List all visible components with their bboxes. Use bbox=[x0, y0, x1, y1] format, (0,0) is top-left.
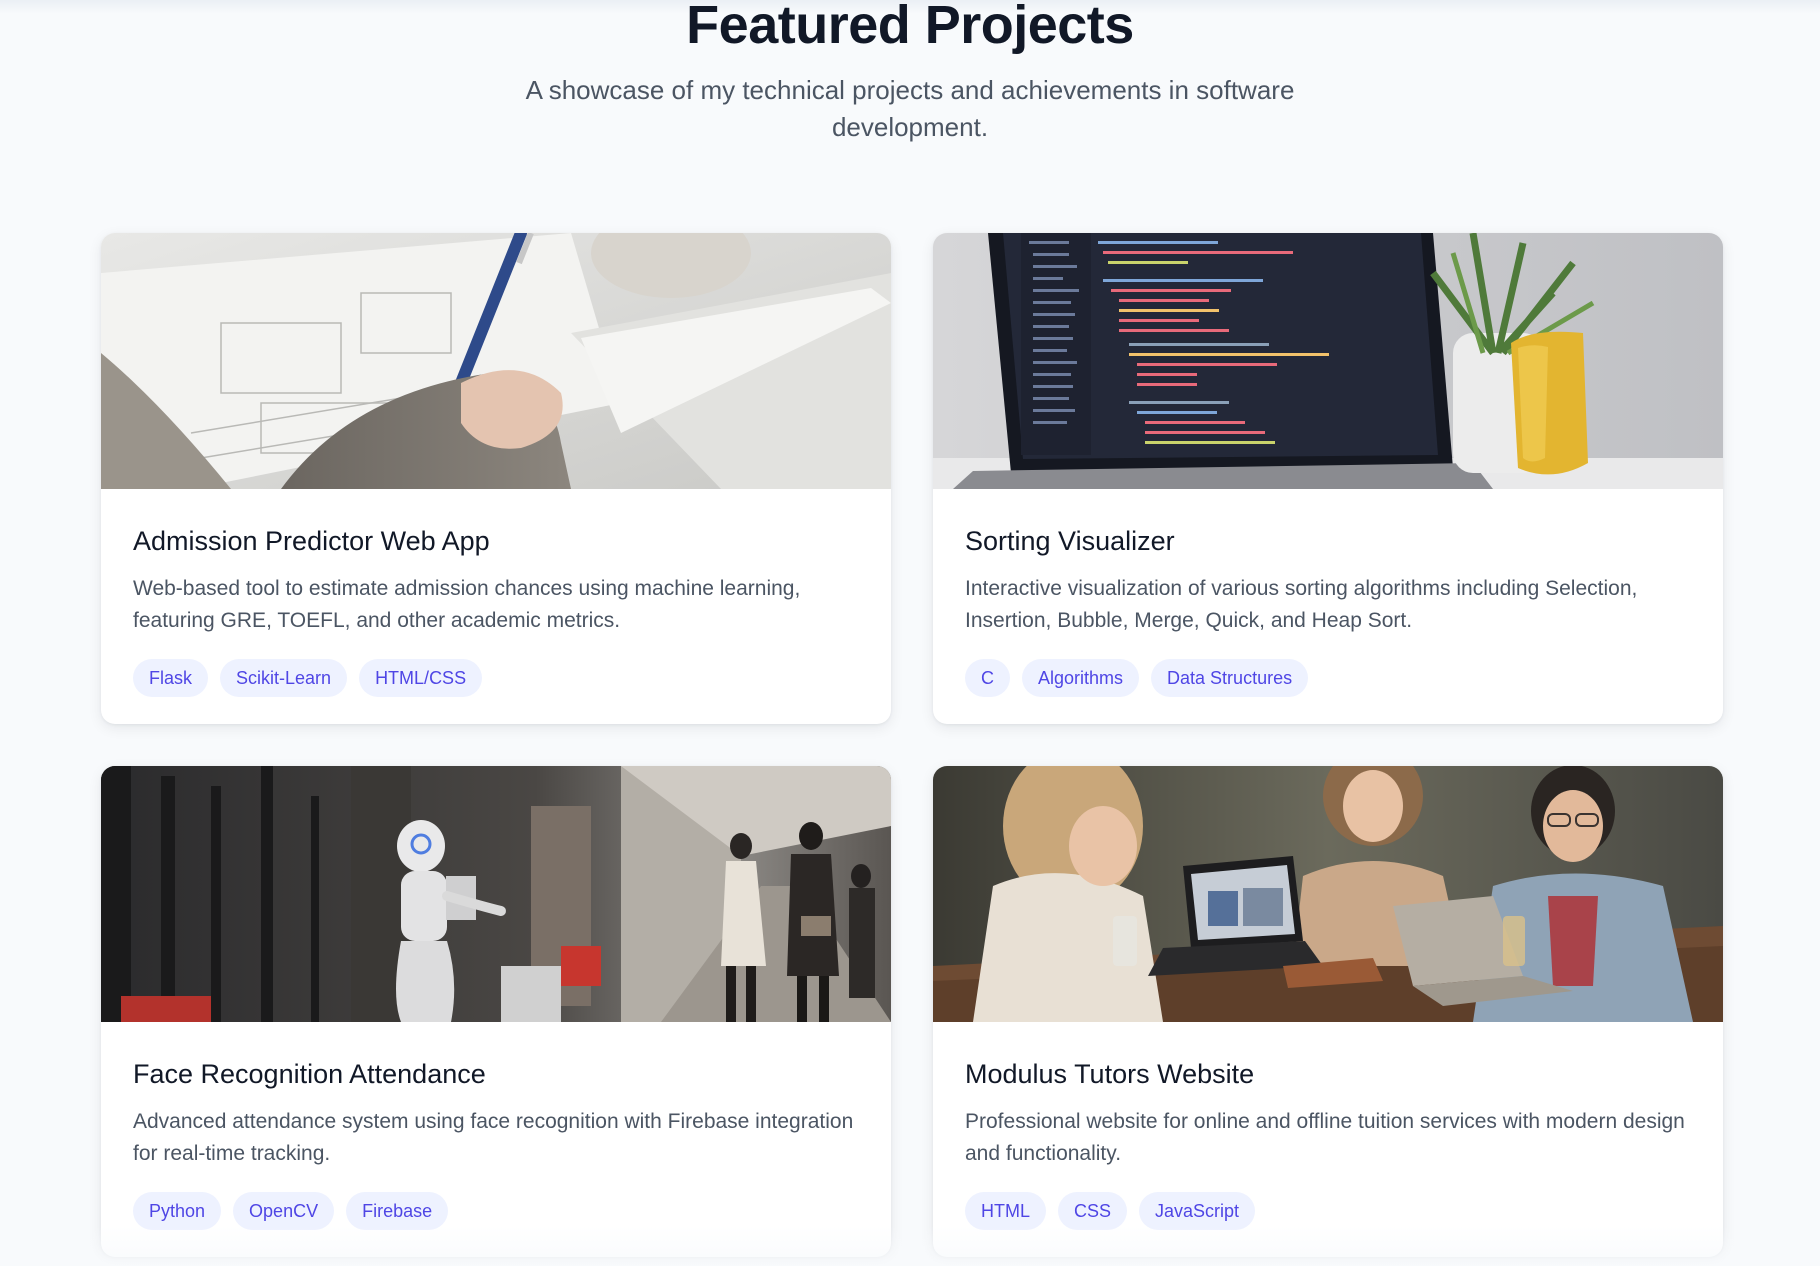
project-description: Web-based tool to estimate admission cha… bbox=[133, 577, 801, 632]
project-description: Interactive visualization of various sor… bbox=[965, 577, 1638, 632]
project-image-robot bbox=[101, 766, 891, 1022]
tag-algorithms: Algorithms bbox=[1022, 659, 1140, 697]
project-title[interactable]: Face Recognition Attendance bbox=[133, 1056, 859, 1092]
tag-list: Flask Scikit-Learn HTML/CSS bbox=[133, 659, 859, 697]
project-title[interactable]: Sorting Visualizer bbox=[965, 523, 1691, 559]
section-subtitle: A showcase of my technical projects and … bbox=[525, 75, 1295, 142]
project-card-admission-predictor[interactable]: Admission Predictor Web App Web-based to… bbox=[101, 233, 891, 724]
tag-c: C bbox=[965, 659, 1010, 697]
project-description: Professional website for online and offl… bbox=[965, 1110, 1685, 1165]
tag-scikit-learn: Scikit-Learn bbox=[220, 659, 348, 697]
tag-firebase: Firebase bbox=[346, 1192, 449, 1230]
project-image-writing bbox=[101, 233, 891, 489]
tag-list: C Algorithms Data Structures bbox=[965, 659, 1691, 697]
tag-flask: Flask bbox=[133, 659, 209, 697]
projects-section: Featured Projects A showcase of my techn… bbox=[0, 0, 1820, 1266]
tag-python: Python bbox=[133, 1192, 222, 1230]
tag-data-structures: Data Structures bbox=[1151, 659, 1309, 697]
projects-grid: Admission Predictor Web App Web-based to… bbox=[101, 233, 1723, 1257]
project-card-modulus-tutors[interactable]: Modulus Tutors Website Professional webs… bbox=[933, 766, 1723, 1257]
project-title[interactable]: Modulus Tutors Website bbox=[965, 1056, 1691, 1092]
project-description: Advanced attendance system using face re… bbox=[133, 1110, 854, 1165]
project-image-laptop-code bbox=[933, 233, 1723, 489]
section-title: Featured Projects bbox=[686, 0, 1134, 55]
tag-html-css: HTML/CSS bbox=[359, 659, 483, 697]
project-card-sorting-visualizer[interactable]: Sorting Visualizer Interactive visualiza… bbox=[933, 233, 1723, 724]
tag-list: Python OpenCV Firebase bbox=[133, 1192, 859, 1230]
tag-opencv: OpenCV bbox=[233, 1192, 335, 1230]
project-card-face-recognition[interactable]: Face Recognition Attendance Advanced att… bbox=[101, 766, 891, 1257]
project-image-students bbox=[933, 766, 1723, 1022]
tag-css: CSS bbox=[1058, 1192, 1128, 1230]
project-title[interactable]: Admission Predictor Web App bbox=[133, 523, 859, 559]
tag-javascript: JavaScript bbox=[1139, 1192, 1256, 1230]
tag-html: HTML bbox=[965, 1192, 1046, 1230]
tag-list: HTML CSS JavaScript bbox=[965, 1192, 1691, 1230]
